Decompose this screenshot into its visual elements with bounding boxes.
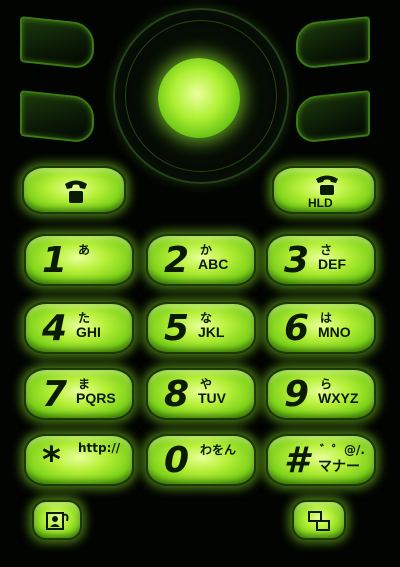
key-1[interactable]: 1あ <box>24 234 134 286</box>
key-digit: 8 <box>164 374 189 415</box>
phone-handset-icon <box>65 180 87 203</box>
phone-hold-icon <box>316 175 338 195</box>
key-digit: * <box>42 440 61 481</box>
key-kana: http:// <box>78 441 121 455</box>
key-letters: ABC <box>198 256 229 272</box>
hold-label: HLD <box>308 196 333 210</box>
key-4[interactable]: 4 た GHI <box>24 302 134 354</box>
window-switch-icon <box>308 511 330 531</box>
key-digit: 4 <box>42 308 67 349</box>
key-digit: 2 <box>164 240 189 281</box>
key-digit: # <box>284 440 309 481</box>
key-2[interactable]: 2 か ABC <box>146 234 256 286</box>
key-letters: WXYZ <box>318 390 359 406</box>
key-kana: わをん <box>200 443 237 457</box>
key-digit: 9 <box>284 374 309 415</box>
lower-right-softkey[interactable] <box>296 90 370 144</box>
key-letters: JKL <box>198 324 225 340</box>
phone-keypad: HLD 1 あ 2 か ABC 3 さ DEF 4 た GHI 5 な JKL 6 は MNO 7 ま PQRS 8 や T… <box>0 0 400 567</box>
key-digit: 6 <box>284 308 309 349</box>
key-digit: 1 <box>42 240 67 281</box>
key-letters: PQRS <box>76 390 116 406</box>
key-6[interactable]: 6 は MNO <box>266 302 376 354</box>
lower-left-softkey[interactable] <box>20 90 94 144</box>
key-3[interactable]: 3 さ DEF <box>266 234 376 286</box>
key-hash[interactable]: # ゛゜@/. マナー <box>266 434 376 486</box>
key-digit: 3 <box>284 240 309 281</box>
contacts-key[interactable] <box>32 500 82 540</box>
key-8[interactable]: 8 や TUV <box>146 368 256 420</box>
key-7[interactable]: 7 ま PQRS <box>24 368 134 420</box>
center-select-key[interactable] <box>158 58 240 138</box>
key-0[interactable]: 0 わをん <box>146 434 256 486</box>
send-call-key[interactable] <box>22 166 126 214</box>
key-letters: DEF <box>318 256 346 272</box>
key-letters: GHI <box>76 324 101 340</box>
key-letters: TUV <box>198 390 226 406</box>
key-digit: 0 <box>164 440 189 481</box>
key-kana: あ <box>78 243 91 257</box>
key-letters: マナー <box>318 458 360 474</box>
key-letters: MNO <box>318 324 351 340</box>
key-digit: 5 <box>164 308 189 349</box>
upper-left-softkey[interactable] <box>20 16 94 70</box>
contact-card-icon <box>46 512 69 530</box>
upper-right-softkey[interactable] <box>296 16 370 70</box>
end-call-key[interactable]: HLD <box>272 166 376 214</box>
window-switch-key[interactable] <box>292 500 346 540</box>
key-digit: 7 <box>42 374 67 415</box>
key-star[interactable]: * http:// <box>24 434 134 486</box>
key-5[interactable]: 5 な JKL <box>146 302 256 354</box>
key-9[interactable]: 9 ら WXYZ <box>266 368 376 420</box>
